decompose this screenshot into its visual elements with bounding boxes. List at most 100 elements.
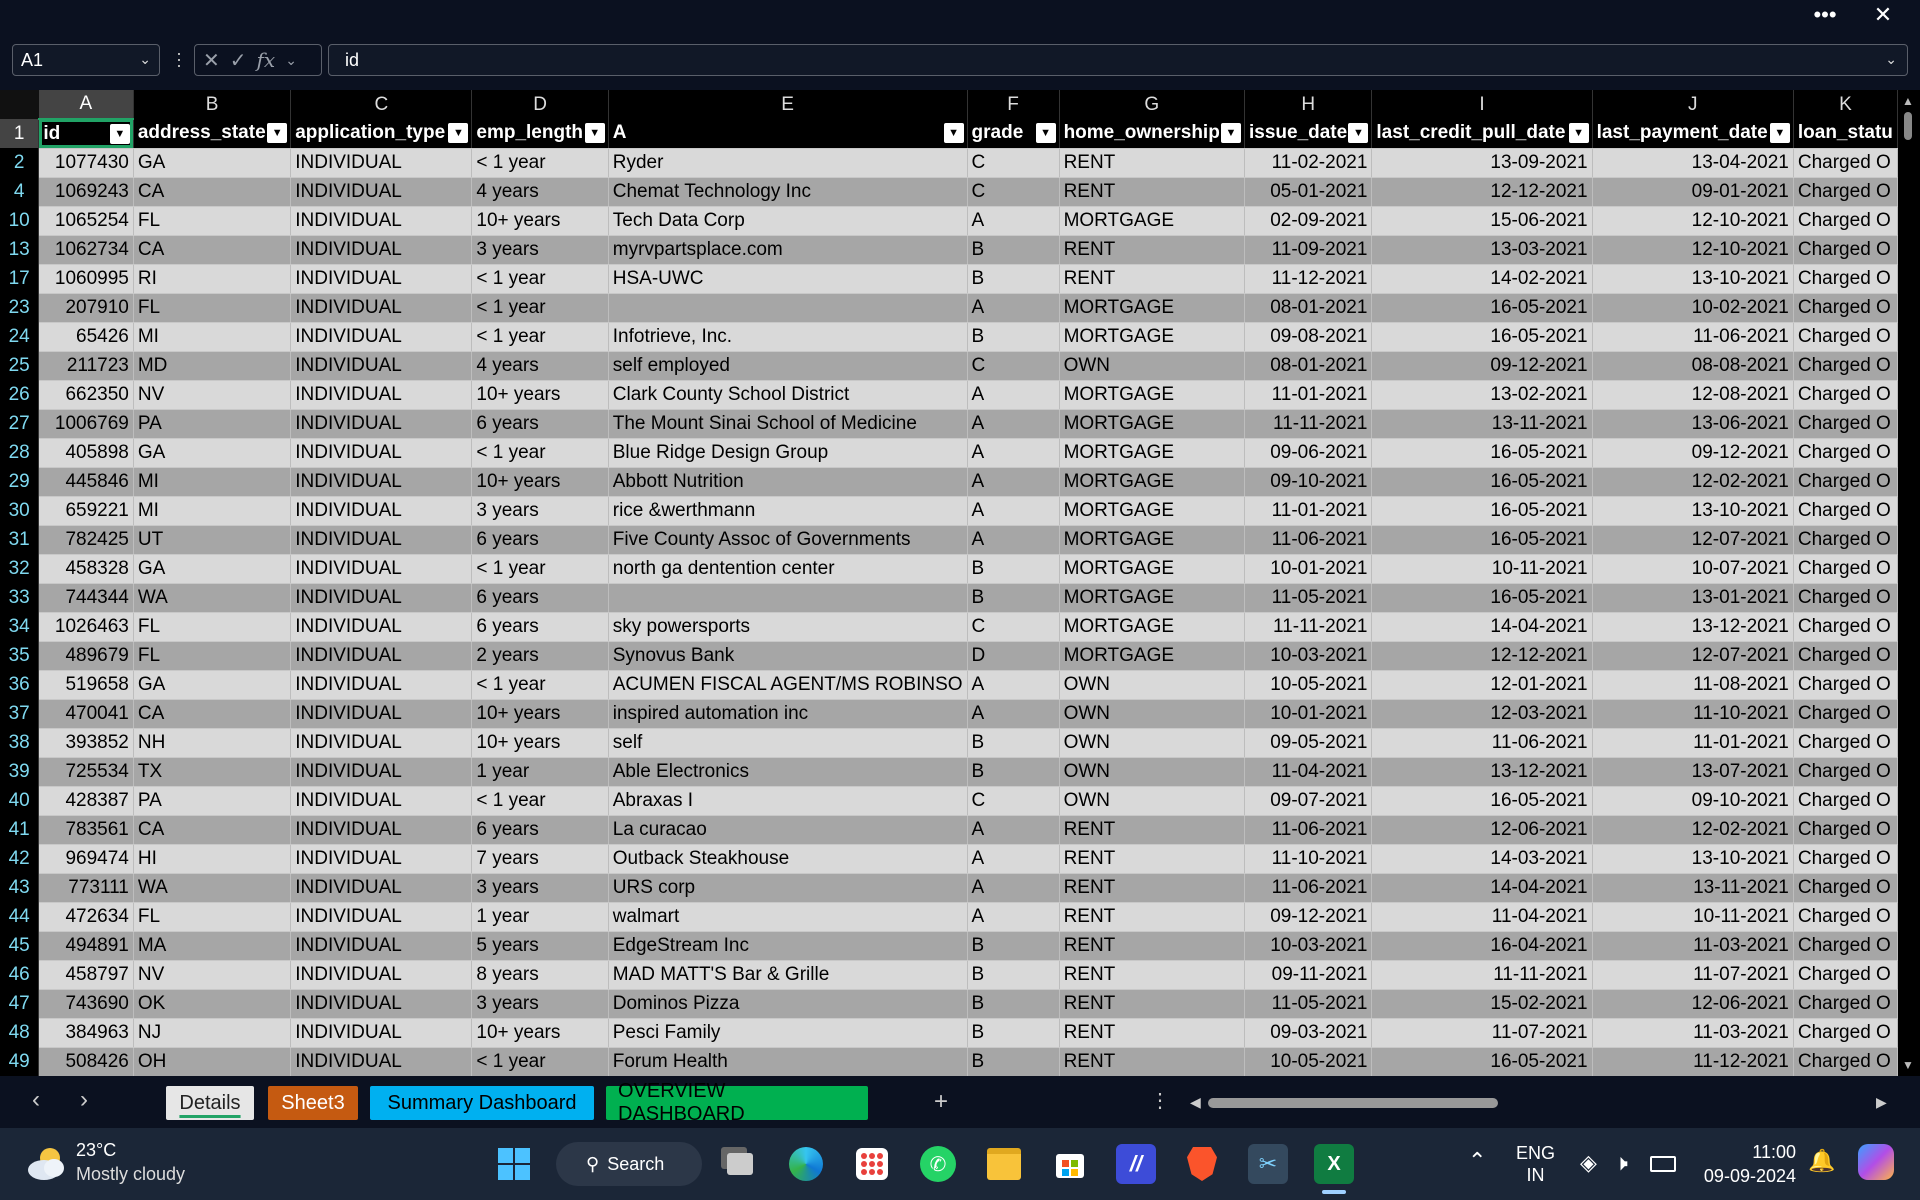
cell-loan-statu[interactable]: Charged O xyxy=(1793,1047,1898,1076)
cell-address-state[interactable]: CA xyxy=(133,815,292,845)
cell-id[interactable]: 659221 xyxy=(38,496,134,526)
cell-id[interactable]: 1077430 xyxy=(38,148,134,178)
cell-home-ownership[interactable]: MORTGAGE xyxy=(1059,496,1245,526)
cell-last-payment-date[interactable]: 09-12-2021 xyxy=(1592,438,1794,468)
cell-grade[interactable]: C xyxy=(967,351,1060,381)
cell-grade[interactable]: B xyxy=(967,1047,1060,1076)
cell-last-payment-date[interactable]: 10-07-2021 xyxy=(1592,554,1794,584)
cell-home-ownership[interactable]: MORTGAGE xyxy=(1059,206,1245,236)
excel-icon[interactable]: X xyxy=(1314,1144,1354,1184)
cell-loan-statu[interactable]: Charged O xyxy=(1793,467,1898,497)
column-header[interactable]: A xyxy=(38,90,134,120)
cell-last-credit-pull-date[interactable]: 11-04-2021 xyxy=(1371,902,1593,932)
cell-emp-length[interactable]: 10+ years xyxy=(471,699,609,729)
cell-emp-length[interactable]: < 1 year xyxy=(471,1047,609,1076)
cell-home-ownership[interactable]: RENT xyxy=(1059,1018,1245,1048)
vertical-scrollbar[interactable]: ▲ ▼ xyxy=(1898,90,1920,1076)
cell-loan-statu[interactable]: Charged O xyxy=(1793,409,1898,439)
cell-a[interactable]: Forum Health xyxy=(608,1047,968,1076)
cell-emp-length[interactable]: 3 years xyxy=(471,873,609,903)
cell-loan-statu[interactable]: Charged O xyxy=(1793,699,1898,729)
more-options-button[interactable]: ••• xyxy=(1802,0,1848,30)
row-header[interactable]: 31 xyxy=(0,525,40,554)
cell-address-state[interactable]: GA xyxy=(133,148,292,178)
cell-home-ownership[interactable]: MORTGAGE xyxy=(1059,409,1245,439)
header-cell[interactable]: address_state ▼ xyxy=(133,119,292,149)
cell-last-payment-date[interactable]: 10-02-2021 xyxy=(1592,293,1794,323)
cell-loan-statu[interactable]: Charged O xyxy=(1793,844,1898,874)
cell-home-ownership[interactable]: MORTGAGE xyxy=(1059,525,1245,555)
cell-emp-length[interactable]: 10+ years xyxy=(471,467,609,497)
cell-last-payment-date[interactable]: 11-12-2021 xyxy=(1592,1047,1794,1076)
file-explorer-icon[interactable] xyxy=(984,1144,1024,1184)
cell-address-state[interactable]: RI xyxy=(133,264,292,294)
cell-last-credit-pull-date[interactable]: 12-06-2021 xyxy=(1371,815,1593,845)
row-header[interactable]: 10 xyxy=(0,206,40,235)
cell-emp-length[interactable]: 10+ years xyxy=(471,1018,609,1048)
cell-application-type[interactable]: INDIVIDUAL xyxy=(290,902,473,932)
cell-grade[interactable]: A xyxy=(967,699,1060,729)
volume-icon[interactable]: 🕨 xyxy=(1614,1150,1628,1176)
row-header[interactable]: 48 xyxy=(0,1018,40,1047)
cell-last-credit-pull-date[interactable]: 16-05-2021 xyxy=(1371,1047,1593,1076)
cell-home-ownership[interactable]: MORTGAGE xyxy=(1059,293,1245,323)
cell-grade[interactable]: B xyxy=(967,960,1060,990)
previous-sheet-icon[interactable]: ‹ xyxy=(32,1086,40,1114)
cell-application-type[interactable]: INDIVIDUAL xyxy=(290,989,473,1019)
row-header[interactable]: 40 xyxy=(0,786,40,815)
cell-application-type[interactable]: INDIVIDUAL xyxy=(290,438,473,468)
cell-last-credit-pull-date[interactable]: 12-01-2021 xyxy=(1371,670,1593,700)
cell-application-type[interactable]: INDIVIDUAL xyxy=(290,815,473,845)
cell-last-payment-date[interactable]: 12-10-2021 xyxy=(1592,206,1794,236)
cell-last-payment-date[interactable]: 13-10-2021 xyxy=(1592,264,1794,294)
cell-last-payment-date[interactable]: 13-12-2021 xyxy=(1592,612,1794,642)
cell-issue-date[interactable]: 09-11-2021 xyxy=(1244,960,1373,990)
cell-issue-date[interactable]: 11-05-2021 xyxy=(1244,989,1373,1019)
cell-last-credit-pull-date[interactable]: 10-11-2021 xyxy=(1371,554,1593,584)
cell-home-ownership[interactable]: OWN xyxy=(1059,757,1245,787)
cell-home-ownership[interactable]: RENT xyxy=(1059,235,1245,265)
row-header[interactable]: 46 xyxy=(0,960,40,989)
cell-address-state[interactable]: FL xyxy=(133,612,292,642)
cell-id[interactable]: 782425 xyxy=(38,525,134,555)
cell-last-payment-date[interactable]: 13-04-2021 xyxy=(1592,148,1794,178)
cell-emp-length[interactable]: 2 years xyxy=(471,641,609,671)
cell-grade[interactable]: A xyxy=(967,409,1060,439)
cell-address-state[interactable]: GA xyxy=(133,554,292,584)
cell-a[interactable] xyxy=(608,583,968,613)
cell-home-ownership[interactable]: MORTGAGE xyxy=(1059,467,1245,497)
cell-issue-date[interactable]: 09-03-2021 xyxy=(1244,1018,1373,1048)
cell-emp-length[interactable]: 7 years xyxy=(471,844,609,874)
cell-address-state[interactable]: CA xyxy=(133,177,292,207)
cell-home-ownership[interactable]: MORTGAGE xyxy=(1059,438,1245,468)
cell-grade[interactable]: B xyxy=(967,235,1060,265)
cell-id[interactable]: 1069243 xyxy=(38,177,134,207)
cell-grade[interactable]: A xyxy=(967,815,1060,845)
row-header[interactable]: 45 xyxy=(0,931,40,960)
cell-address-state[interactable]: FL xyxy=(133,293,292,323)
cell-emp-length[interactable]: 1 year xyxy=(471,757,609,787)
cell-id[interactable]: 211723 xyxy=(38,351,134,381)
row-header[interactable]: 28 xyxy=(0,438,40,467)
cell-application-type[interactable]: INDIVIDUAL xyxy=(290,728,473,758)
cell-last-credit-pull-date[interactable]: 16-05-2021 xyxy=(1371,438,1593,468)
cell-issue-date[interactable]: 10-01-2021 xyxy=(1244,554,1373,584)
cell-home-ownership[interactable]: OWN xyxy=(1059,670,1245,700)
cell-last-credit-pull-date[interactable]: 14-04-2021 xyxy=(1371,612,1593,642)
cell-last-payment-date[interactable]: 11-03-2021 xyxy=(1592,1018,1794,1048)
header-cell[interactable]: loan_statu xyxy=(1793,119,1898,149)
cell-address-state[interactable]: MI xyxy=(133,496,292,526)
cell-last-credit-pull-date[interactable]: 12-12-2021 xyxy=(1371,641,1593,671)
cell-address-state[interactable]: PA xyxy=(133,409,292,439)
cell-id[interactable]: 494891 xyxy=(38,931,134,961)
cell-home-ownership[interactable]: RENT xyxy=(1059,902,1245,932)
cancel-icon[interactable]: ✕ xyxy=(203,48,220,73)
cell-home-ownership[interactable]: MORTGAGE xyxy=(1059,583,1245,613)
cell-address-state[interactable]: NV xyxy=(133,380,292,410)
cell-emp-length[interactable]: 3 years xyxy=(471,989,609,1019)
cell-application-type[interactable]: INDIVIDUAL xyxy=(290,1047,473,1076)
cell-loan-statu[interactable]: Charged O xyxy=(1793,728,1898,758)
cell-loan-statu[interactable]: Charged O xyxy=(1793,960,1898,990)
cell-application-type[interactable]: INDIVIDUAL xyxy=(290,583,473,613)
cell-grade[interactable]: A xyxy=(967,380,1060,410)
